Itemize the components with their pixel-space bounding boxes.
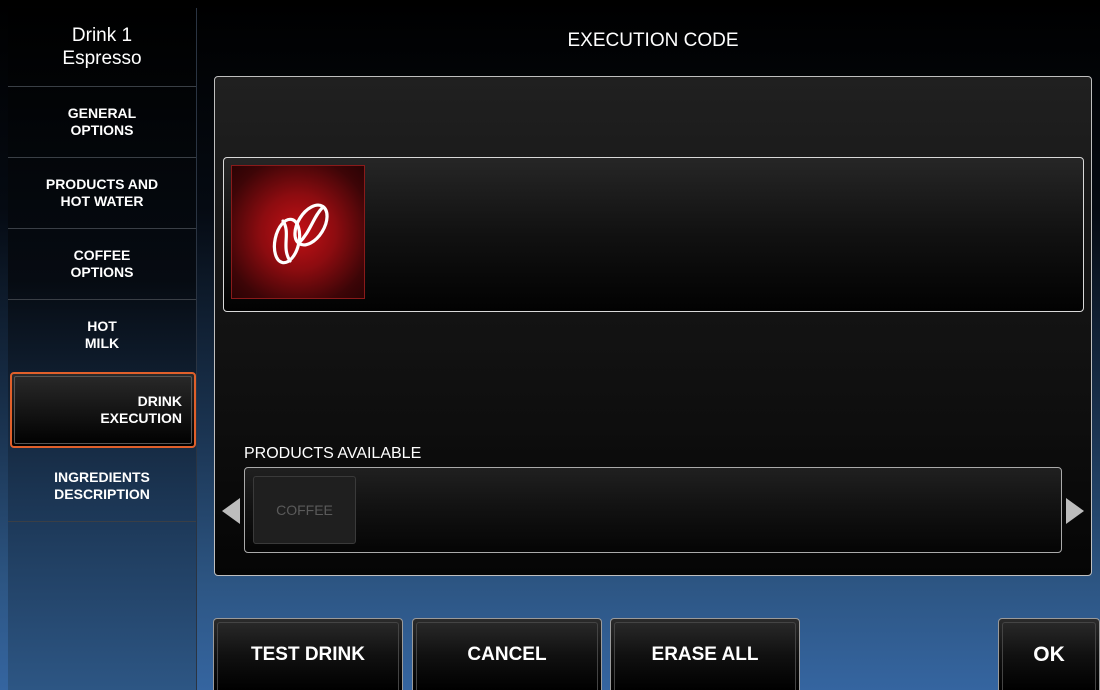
cancel-label: CANCEL xyxy=(467,643,547,665)
sidebar-item-coffee-options[interactable]: COFFEE OPTIONS xyxy=(8,228,196,298)
sidebar-item-label: COFFEE xyxy=(73,246,131,263)
product-label: COFFEE xyxy=(276,502,333,518)
ok-button[interactable]: OK xyxy=(998,618,1100,690)
sidebar-item-label: OPTIONS xyxy=(70,121,134,138)
drink-number: Drink 1 xyxy=(71,25,133,46)
execution-step-coffee[interactable] xyxy=(231,165,365,299)
sidebar-item-drink-execution[interactable]: DRINK EXECUTION xyxy=(10,372,196,448)
scroll-left-icon[interactable] xyxy=(222,498,240,524)
page-title: EXECUTION CODE xyxy=(567,30,739,51)
sidebar-item-label: INGREDIENTS xyxy=(54,469,150,485)
drink-name: Espresso xyxy=(62,48,142,69)
drink-title: Drink 1 Espresso xyxy=(8,8,196,86)
test-drink-button[interactable]: TEST DRINK xyxy=(213,618,403,690)
products-strip xyxy=(244,467,1062,553)
sidebar-item-label: MILK xyxy=(84,334,120,351)
erase-all-label: ERASE ALL xyxy=(651,643,759,665)
product-coffee-button[interactable]: COFFEE xyxy=(253,476,356,544)
scroll-right-icon[interactable] xyxy=(1066,498,1084,524)
sidebar-item-label: OPTIONS xyxy=(70,263,134,280)
sidebar-item-products-hot-water[interactable]: PRODUCTS AND HOT WATER xyxy=(8,157,196,227)
cancel-button[interactable]: CANCEL xyxy=(412,618,602,690)
sidebar-item-label: GENERAL xyxy=(67,104,137,121)
sidebar-item-general-options[interactable]: GENERAL OPTIONS xyxy=(8,86,196,156)
products-available-label: PRODUCTS AVAILABLE xyxy=(244,445,422,462)
sidebar-item-label: HOT WATER xyxy=(60,192,144,209)
coffee-beans-icon xyxy=(253,185,343,280)
sidebar-item-hot-milk[interactable]: HOT MILK xyxy=(8,299,196,369)
sidebar-item-label: DESCRIPTION xyxy=(54,486,150,502)
sidebar: Drink 1 Espresso GENERAL OPTIONS PRODUCT… xyxy=(8,8,196,690)
sidebar-separator xyxy=(196,8,197,690)
sidebar-item-label: DRINK xyxy=(137,393,182,409)
erase-all-button[interactable]: ERASE ALL xyxy=(610,618,800,690)
sidebar-item-ingredients-description[interactable]: INGREDIENTS DESCRIPTION xyxy=(8,451,196,521)
sidebar-item-label: HOT xyxy=(87,317,117,334)
test-drink-label: TEST DRINK xyxy=(251,643,365,665)
ok-label: OK xyxy=(1033,642,1065,666)
sidebar-divider xyxy=(8,521,196,522)
sidebar-item-label: EXECUTION xyxy=(100,410,182,426)
sidebar-item-label: PRODUCTS AND xyxy=(45,175,159,192)
